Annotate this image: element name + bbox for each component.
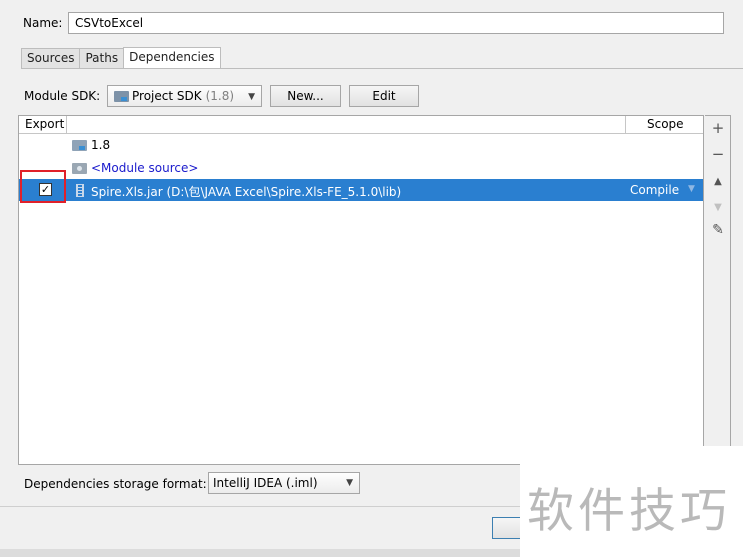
- sdk-folder-icon: [114, 90, 129, 102]
- module-sdk-label: Module SDK:: [24, 89, 101, 103]
- sdk-folder-icon: [72, 140, 87, 151]
- jar-icon: [76, 184, 84, 197]
- tab-sources[interactable]: Sources: [21, 48, 81, 68]
- table-header: Export Scope: [19, 116, 703, 134]
- tab-bar: Sources Paths Dependencies: [21, 47, 221, 69]
- tab-divider: [21, 68, 743, 69]
- chevron-down-icon[interactable]: ▼: [688, 184, 695, 194]
- remove-icon[interactable]: −: [705, 147, 731, 162]
- tab-dependencies[interactable]: Dependencies: [123, 47, 221, 69]
- dependencies-table: Export Scope 1.8 <Module source> ✓ Spire…: [18, 115, 704, 465]
- ok-button[interactable]: [492, 517, 522, 539]
- column-divider[interactable]: [625, 116, 626, 133]
- storage-format-label: Dependencies storage format:: [24, 477, 207, 491]
- module-sdk-version: (1.8): [205, 89, 235, 103]
- module-folder-icon: [72, 163, 87, 174]
- storage-format-selected: IntelliJ IDEA (.iml): [213, 476, 318, 490]
- scope-column-header[interactable]: Scope: [647, 117, 684, 131]
- side-toolbar: + − ▲ ▼ ✎: [705, 115, 731, 465]
- row-label: <Module source>: [91, 161, 199, 175]
- pencil-icon[interactable]: ✎: [705, 223, 731, 238]
- module-sdk-selected: Project SDK: [132, 89, 202, 103]
- row-label: Spire.Xls.jar (D:\包\JAVA Excel\Spire.Xls…: [91, 185, 402, 199]
- name-input[interactable]: [68, 12, 724, 34]
- move-down-icon[interactable]: ▼: [705, 200, 731, 215]
- tab-paths[interactable]: Paths: [79, 48, 125, 68]
- chevron-down-icon: ▼: [346, 478, 353, 488]
- storage-format-dropdown[interactable]: IntelliJ IDEA (.iml) ▼: [208, 472, 360, 494]
- table-row-selected[interactable]: ✓ Spire.Xls.jar (D:\包\JAVA Excel\Spire.X…: [19, 179, 703, 201]
- move-up-icon[interactable]: ▲: [705, 174, 731, 189]
- export-column-header[interactable]: Export: [25, 117, 64, 131]
- name-label: Name:: [23, 16, 63, 30]
- new-sdk-button[interactable]: New...: [270, 85, 341, 107]
- table-row[interactable]: <Module source>: [19, 157, 703, 179]
- chevron-down-icon: ▼: [248, 92, 255, 102]
- table-row[interactable]: 1.8: [19, 134, 703, 156]
- edit-sdk-button[interactable]: Edit: [349, 85, 419, 107]
- window-bottom-border: [0, 549, 520, 557]
- watermark: 软件技巧: [527, 484, 731, 539]
- column-divider[interactable]: [66, 116, 67, 133]
- module-sdk-dropdown[interactable]: Project SDK (1.8) ▼: [107, 85, 262, 107]
- annotation-highlight-box: [20, 170, 66, 203]
- add-icon[interactable]: +: [705, 121, 731, 136]
- row-label: 1.8: [91, 138, 111, 152]
- scope-value[interactable]: Compile: [630, 183, 679, 197]
